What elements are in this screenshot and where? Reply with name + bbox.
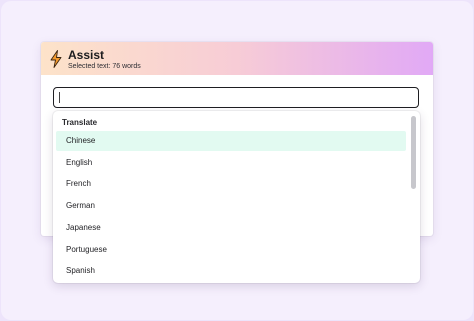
option-spanish[interactable]: Spanish — [56, 261, 406, 281]
option-chinese[interactable]: Chinese — [56, 131, 406, 151]
translate-section-heading: Translate — [62, 118, 98, 127]
selected-text-count: Selected text: 76 words — [68, 63, 141, 70]
text-caret — [59, 92, 60, 103]
option-french[interactable]: French — [56, 174, 406, 194]
translate-dropdown: Translate Chinese English French German … — [53, 111, 420, 283]
option-english[interactable]: English — [56, 153, 406, 173]
assist-title: Assist — [68, 48, 105, 62]
assist-search-input[interactable] — [53, 87, 419, 108]
dropdown-scrollbar[interactable] — [411, 116, 416, 189]
option-portuguese[interactable]: Portuguese — [56, 240, 406, 260]
assist-header: Assist Selected text: 76 words — [41, 42, 433, 75]
option-german[interactable]: German — [56, 196, 406, 216]
option-japanese[interactable]: Japanese — [56, 218, 406, 238]
lightning-bolt-icon — [50, 50, 62, 68]
